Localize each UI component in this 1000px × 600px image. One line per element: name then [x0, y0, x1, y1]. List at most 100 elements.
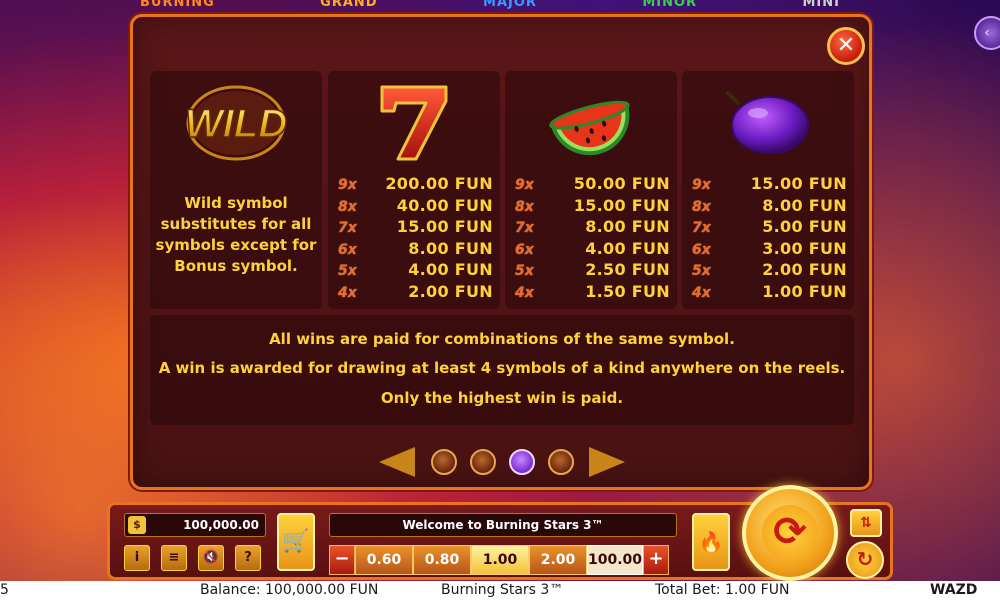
spin-button[interactable]: ⟳ — [742, 485, 838, 581]
page-dot-1[interactable] — [431, 449, 457, 475]
pay-row: 9x 15.00 FUN — [692, 174, 847, 196]
info-button[interactable]: i — [124, 545, 150, 571]
chevron-left-icon: ‹ — [984, 25, 990, 41]
sound-button[interactable]: 🔇 — [198, 545, 224, 571]
bet-increase-button[interactable]: + — [643, 545, 669, 575]
pay-row: 7x 15.00 FUN — [338, 217, 493, 239]
close-button[interactable]: ✕ — [827, 27, 865, 65]
bet-option[interactable]: 0.60 — [355, 545, 413, 575]
money-bag-icon: $ — [128, 516, 146, 534]
flame-icon: 🔥 — [698, 530, 724, 554]
pay-row: 7x 5.00 FUN — [692, 217, 847, 239]
seven-cell: 9x 200.00 FUN 8x 40.00 FUN 7x 15.00 FUN 6x 8… — [328, 71, 500, 309]
help-icon: ? — [244, 550, 252, 565]
pay-amount: 2.50 FUN — [585, 260, 670, 280]
status-balance: Balance: 100,000.00 FUN — [200, 582, 379, 598]
page-dot-2[interactable] — [470, 449, 496, 475]
status-total-bet: Total Bet: 1.00 FUN — [655, 582, 790, 598]
bet-option-selected[interactable]: 1.00 — [471, 545, 529, 575]
bet-selector: − 0.60 0.80 1.00 2.00 100.00 + — [329, 545, 677, 575]
wild-description-line: Wild symbol — [184, 194, 288, 212]
wild-description-line: Bonus symbol. — [174, 257, 298, 275]
pay-row: 6x 3.00 FUN — [692, 239, 847, 261]
pay-amount: 2.00 FUN — [762, 260, 847, 280]
buy-bonus-button[interactable]: 🛒 — [277, 513, 315, 571]
prev-page-arrow-icon[interactable] — [379, 447, 415, 477]
next-page-arrow-icon[interactable] — [589, 447, 625, 477]
menu-button[interactable]: ≡ — [161, 545, 187, 571]
multiplier: 6x — [515, 241, 534, 258]
multiplier: 7x — [338, 220, 357, 237]
plum-pay-table: 9x 15.00 FUN 8x 8.00 FUN 7x 5.00 FUN 6x 3.00… — [692, 174, 847, 304]
pay-row: 9x 200.00 FUN — [338, 174, 493, 196]
page-dot-3[interactable] — [509, 449, 535, 475]
jackpot-grand: GRAND — [320, 0, 378, 10]
gamble-button[interactable]: ⇅ — [850, 509, 882, 537]
jackpot-strip: BURNING GRAND MAJOR MINOR MINI — [140, 0, 840, 14]
pay-amount: 3.00 FUN — [762, 238, 847, 258]
pay-amount: 15.00 FUN — [396, 217, 493, 237]
multiplier: 6x — [338, 241, 357, 258]
page-dot-4[interactable] — [548, 449, 574, 475]
multiplier: 7x — [515, 220, 534, 237]
info-icon: i — [134, 550, 140, 565]
jackpot-mini: MINI — [802, 0, 840, 10]
pay-row: 7x 8.00 FUN — [515, 217, 670, 239]
close-icon: ✕ — [836, 33, 856, 58]
watermelon-cell: 9x 50.00 FUN 8x 15.00 FUN 7x 8.00 FUN 6x 4.0… — [505, 71, 677, 309]
pay-amount: 8.00 FUN — [762, 195, 847, 215]
multiplier: 8x — [515, 198, 534, 215]
wild-logo-text: WILD — [185, 102, 287, 146]
pay-amount: 1.50 FUN — [585, 281, 670, 301]
pay-row: 4x 2.00 FUN — [338, 282, 493, 304]
pay-row: 5x 4.00 FUN — [338, 260, 493, 282]
pay-amount: 1.00 FUN — [762, 281, 847, 301]
pay-row: 9x 50.00 FUN — [515, 174, 670, 196]
side-menu-button[interactable]: ‹ — [974, 16, 1000, 50]
pay-row: 8x 40.00 FUN — [338, 196, 493, 218]
autoplay-button[interactable]: ↻ — [846, 541, 884, 579]
multiplier: 5x — [515, 263, 534, 280]
seven-pay-table: 9x 200.00 FUN 8x 40.00 FUN 7x 15.00 FUN 6x 8… — [338, 174, 493, 304]
status-number: 5 — [0, 582, 9, 598]
multiplier: 4x — [338, 284, 357, 301]
gamble-icon: ⇅ — [860, 515, 872, 531]
pay-amount: 4.00 FUN — [585, 238, 670, 258]
wild-cell: WILD Wild symbol substitutes for all sym… — [150, 71, 322, 309]
pay-amount: 4.00 FUN — [408, 260, 493, 280]
paytable-panel: ✕ WILD Wild symbol substitutes for all s… — [130, 14, 872, 490]
wild-description-line: symbols except for — [155, 236, 317, 254]
autoplay-icon: ↻ — [856, 547, 874, 571]
pay-row: 4x 1.00 FUN — [692, 282, 847, 304]
jackpot-major: MAJOR — [483, 0, 537, 10]
multiplier: 9x — [692, 177, 711, 193]
bet-option[interactable]: 0.80 — [413, 545, 471, 575]
pay-amount: 15.00 FUN — [750, 174, 847, 193]
multiplier: 5x — [692, 263, 711, 280]
sound-off-icon: 🔇 — [202, 550, 220, 565]
pay-row: 5x 2.50 FUN — [515, 260, 670, 282]
pay-amount: 8.00 FUN — [408, 238, 493, 258]
bet-decrease-button[interactable]: − — [329, 545, 355, 575]
pay-amount: 50.00 FUN — [573, 174, 670, 193]
multiplier: 5x — [338, 263, 357, 280]
watermelon-icon — [549, 100, 630, 156]
message-display: Welcome to Burning Stars 3™ — [329, 513, 677, 537]
rule-text: Only the highest win is paid. — [380, 389, 624, 407]
multiplier: 8x — [692, 198, 711, 215]
menu-icon: ≡ — [168, 550, 180, 565]
help-button[interactable]: ? — [235, 545, 261, 571]
provider-logo: WAZD — [930, 582, 978, 598]
bet-option[interactable]: 2.00 — [529, 545, 587, 575]
turbo-button[interactable]: 🔥 — [692, 513, 730, 571]
balance-display: $ 100,000.00 — [124, 513, 266, 537]
wild-description-line: substitutes for all — [160, 215, 312, 233]
spin-arrows-icon: ⟳ — [762, 505, 818, 561]
wild-description: Wild symbol substitutes for all symbols … — [150, 193, 322, 277]
jackpot-burning: BURNING — [140, 0, 215, 10]
pay-amount: 5.00 FUN — [762, 217, 847, 237]
status-bar: 5 Balance: 100,000.00 FUN Burning Stars … — [0, 581, 1000, 600]
pay-row: 4x 1.50 FUN — [515, 282, 670, 304]
jackpot-minor: MINOR — [642, 0, 698, 10]
bet-option[interactable]: 100.00 — [587, 545, 643, 575]
